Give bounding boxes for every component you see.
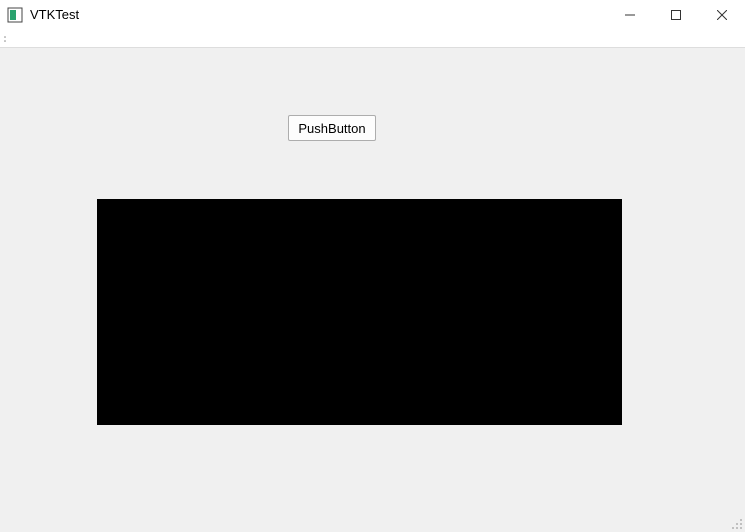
push-button[interactable]: PushButton xyxy=(288,115,376,141)
close-button[interactable] xyxy=(699,0,745,30)
window-controls xyxy=(607,0,745,29)
resize-grip[interactable] xyxy=(727,514,743,530)
toolbar-grip-icon[interactable] xyxy=(4,35,10,43)
client-area: PushButton xyxy=(0,48,745,532)
app-icon xyxy=(7,7,23,23)
toolbar-area xyxy=(0,30,745,48)
maximize-button[interactable] xyxy=(653,0,699,30)
minimize-button[interactable] xyxy=(607,0,653,30)
window-titlebar: VTKTest xyxy=(0,0,745,30)
vtk-render-window[interactable] xyxy=(97,199,622,425)
push-button-label: PushButton xyxy=(298,121,365,136)
window-title: VTKTest xyxy=(30,7,79,22)
